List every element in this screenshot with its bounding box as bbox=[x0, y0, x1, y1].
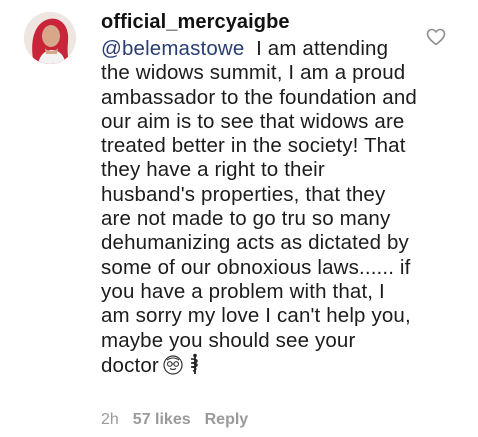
avatar[interactable] bbox=[24, 12, 76, 64]
mention-link[interactable]: @belemastowe bbox=[101, 37, 244, 60]
comment-body: I am attending the widows summit, I am a… bbox=[101, 37, 417, 377]
reply-button[interactable]: Reply bbox=[205, 410, 249, 430]
comment-text: @belemastowe I am attending the widows s… bbox=[101, 37, 419, 381]
username[interactable]: official_mercyaigbe bbox=[101, 8, 419, 36]
profile-photo-icon bbox=[24, 12, 76, 64]
comment-meta: 2h 57 likes Reply bbox=[101, 410, 248, 430]
likes-count[interactable]: 57 likes bbox=[133, 410, 191, 430]
nerd-face-emoji bbox=[163, 355, 183, 381]
comment-content: official_mercyaigbe @belemastowe I am at… bbox=[101, 8, 419, 381]
like-heart-icon[interactable] bbox=[426, 28, 446, 46]
medical-symbol-emoji bbox=[187, 353, 203, 381]
comment-item: official_mercyaigbe @belemastowe I am at… bbox=[0, 0, 478, 437]
timestamp: 2h bbox=[101, 411, 119, 428]
